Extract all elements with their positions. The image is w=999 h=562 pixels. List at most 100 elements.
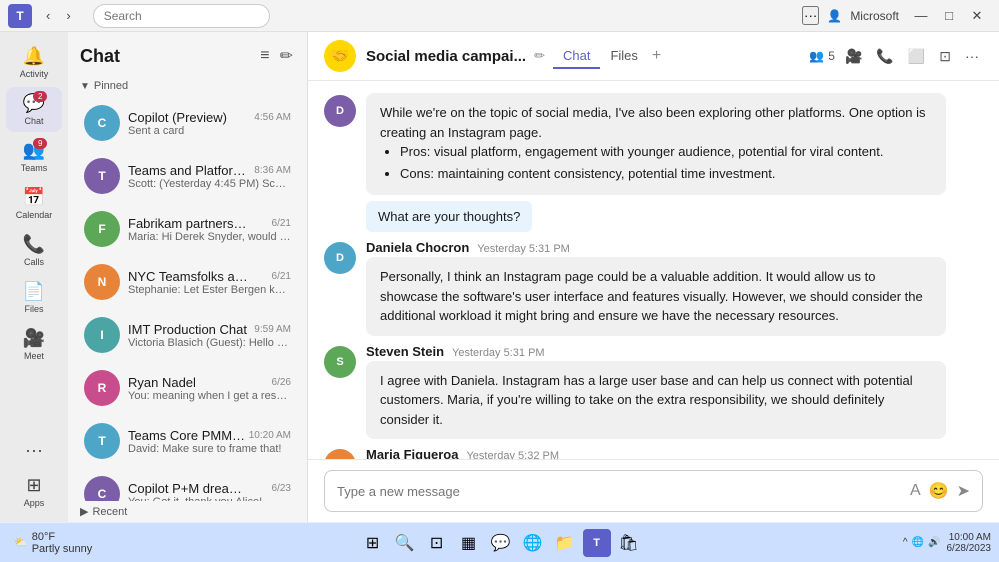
taskbar-teams[interactable]: T (583, 529, 611, 557)
widgets-button[interactable]: ▦ (455, 529, 483, 557)
apps-icon: ⊞ (26, 475, 41, 496)
teams-icon: 👥 9 (23, 140, 45, 161)
chat-name: IMT Production Chat (128, 322, 247, 337)
search-input[interactable] (93, 4, 270, 28)
tray-arrow[interactable]: ^ (903, 537, 908, 548)
taskbar-chat[interactable]: 💬 (487, 529, 515, 557)
taskbar-explorer[interactable]: 📁 (551, 529, 579, 557)
clock-date: 6/28/2023 (947, 543, 992, 554)
chat-header-name: Social media campai... (366, 48, 526, 65)
recent-section[interactable]: ▶ Recent (68, 501, 307, 522)
chat-name-row: IMT Production Chat 9:59 AM (128, 322, 291, 337)
task-view-button[interactable]: ⊡ (423, 529, 451, 557)
sidebar-item-teams[interactable]: 👥 9 Teams (6, 134, 62, 179)
clock-time: 10:00 AM (947, 532, 992, 543)
weather-icon: ⛅ (14, 536, 28, 549)
format-text-button[interactable]: A (910, 482, 921, 500)
taskbar-search[interactable]: 🔍 (391, 529, 419, 557)
chat-label: Chat (24, 116, 43, 126)
chat-name: Teams and Platform ... (128, 163, 248, 178)
sound-icon[interactable]: 🔊 (928, 537, 940, 548)
emoji-button[interactable]: 😊 (929, 481, 949, 501)
weather-temp: 80°F (32, 531, 93, 543)
more-actions-button[interactable]: ··· (961, 44, 983, 68)
list-item[interactable]: R Ryan Nadel 6/26 You: meaning when I ge… (72, 362, 303, 414)
sidebar-item-files[interactable]: 📄 Files (6, 275, 62, 320)
close-button[interactable]: ✕ (963, 5, 991, 27)
window-controls: — □ ✕ (907, 5, 991, 27)
message-input[interactable] (337, 484, 902, 499)
list-item[interactable]: C Copilot (Preview) 4:56 AM Sent a card (72, 97, 303, 149)
people-number: 5 (828, 49, 835, 63)
chat-name: Fabrikam partnership co... (128, 216, 248, 231)
logo-icon: T (16, 9, 23, 23)
edit-name-button[interactable]: ✏ (534, 48, 545, 64)
chat-sidebar-header: Chat ≡ ✏ (68, 32, 307, 76)
titlebar-nav: ‹ › (40, 6, 77, 25)
chat-header-info: Social media campai... ✏ Chat Files + (366, 44, 799, 69)
avatar: S (324, 346, 356, 378)
message-group: M Maria Figueroa Yesterday 5:32 PM Thank… (324, 447, 983, 459)
more-button[interactable]: ··· (802, 6, 819, 25)
list-item[interactable]: F Fabrikam partnership co... 6/21 Maria:… (72, 203, 303, 255)
chat-info: Teams and Platform ... 8:36 AM Scott: (Y… (128, 163, 291, 190)
sidebar-item-more[interactable]: ··· (6, 434, 62, 467)
tab-chat[interactable]: Chat (553, 44, 600, 69)
start-button[interactable]: ⊞ (359, 529, 387, 557)
filter-button[interactable]: ≡ (258, 44, 271, 68)
message-time: Yesterday 5:31 PM (452, 347, 545, 359)
message-content: Maria Figueroa Yesterday 5:32 PM Thanks … (366, 447, 983, 459)
share-screen-button[interactable]: ⬜ (904, 44, 929, 69)
avatar: R (84, 370, 120, 406)
maximize-button[interactable]: □ (935, 5, 963, 27)
chat-preview: Scott: (Yesterday 4:45 PM) Scott W... (128, 178, 291, 190)
message-bubble: I agree with Daniela. Instagram has a la… (366, 361, 946, 440)
avatar: T (84, 423, 120, 459)
taskbar-store[interactable]: 🛍 (615, 529, 643, 557)
tab-files[interactable]: Files (600, 44, 647, 69)
pinned-section[interactable]: ▼ Pinned (68, 76, 307, 96)
weather-widget[interactable]: ⛅ 80°F Partly sunny (8, 531, 98, 555)
audio-call-button[interactable]: 📞 (872, 44, 897, 69)
chat-header: 🤝 Social media campai... ✏ Chat Files + … (308, 32, 999, 81)
back-button[interactable]: ‹ (40, 6, 56, 25)
list-item[interactable]: C Copilot P+M dream team 6/23 You: Got i… (72, 468, 303, 501)
list-item[interactable]: I IMT Production Chat 9:59 AM Victoria B… (72, 309, 303, 361)
forward-button[interactable]: › (60, 6, 76, 25)
bullet-item: Cons: maintaining content consistency, p… (400, 164, 932, 184)
taskbar-edge[interactable]: 🌐 (519, 529, 547, 557)
chat-header-actions: 👥 5 🎥 📞 ⬜ ⊡ ··· (809, 44, 983, 69)
taskbar-right: ^ 🌐 🔊 10:00 AM 6/28/2023 (903, 532, 991, 554)
sidebar-item-calls[interactable]: 📞 Calls (6, 228, 62, 273)
minimize-button[interactable]: — (907, 5, 935, 27)
expand-button[interactable]: ⊡ (935, 44, 955, 69)
chat-name: Copilot (Preview) (128, 110, 227, 125)
network-icon[interactable]: 🌐 (912, 537, 924, 548)
sidebar-item-meet[interactable]: 🎥 Meet (6, 322, 62, 367)
message-time: Yesterday 5:32 PM (466, 450, 559, 459)
clock-widget[interactable]: 10:00 AM 6/28/2023 (947, 532, 992, 554)
meet-label: Meet (24, 351, 44, 361)
chat-name-row: Teams Core PMM te... 10:20 AM (128, 428, 291, 443)
list-item[interactable]: T Teams Core PMM te... 10:20 AM David: M… (72, 415, 303, 467)
pinned-arrow: ▼ (80, 81, 90, 92)
compose-button[interactable]: ✏ (278, 44, 295, 68)
send-button[interactable]: ➤ (957, 481, 970, 501)
video-call-button[interactable]: 🎥 (841, 44, 866, 69)
chat-time: 6/21 (272, 218, 291, 229)
sidebar-item-chat[interactable]: 💬 2 Chat (6, 87, 62, 132)
list-item[interactable]: N NYC Teamsfolks and Alli... 6/21 Stepha… (72, 256, 303, 308)
avatar: M (324, 449, 356, 459)
chat-sidebar-title: Chat (80, 46, 120, 67)
avatar: I (84, 317, 120, 353)
chat-name: Copilot P+M dream team (128, 481, 248, 496)
calls-icon: 📞 (23, 234, 45, 255)
sidebar-item-activity[interactable]: 🔔 Activity (6, 40, 62, 85)
sidebar-item-apps[interactable]: ⊞ Apps (6, 469, 62, 514)
sidebar-item-calendar[interactable]: 📅 Calendar (6, 181, 62, 226)
avatar: D (324, 242, 356, 274)
list-item[interactable]: T Teams and Platform ... 8:36 AM Scott: … (72, 150, 303, 202)
add-tab-button[interactable]: + (648, 47, 665, 65)
calls-label: Calls (24, 257, 44, 267)
message-time: Yesterday 5:31 PM (477, 243, 570, 255)
